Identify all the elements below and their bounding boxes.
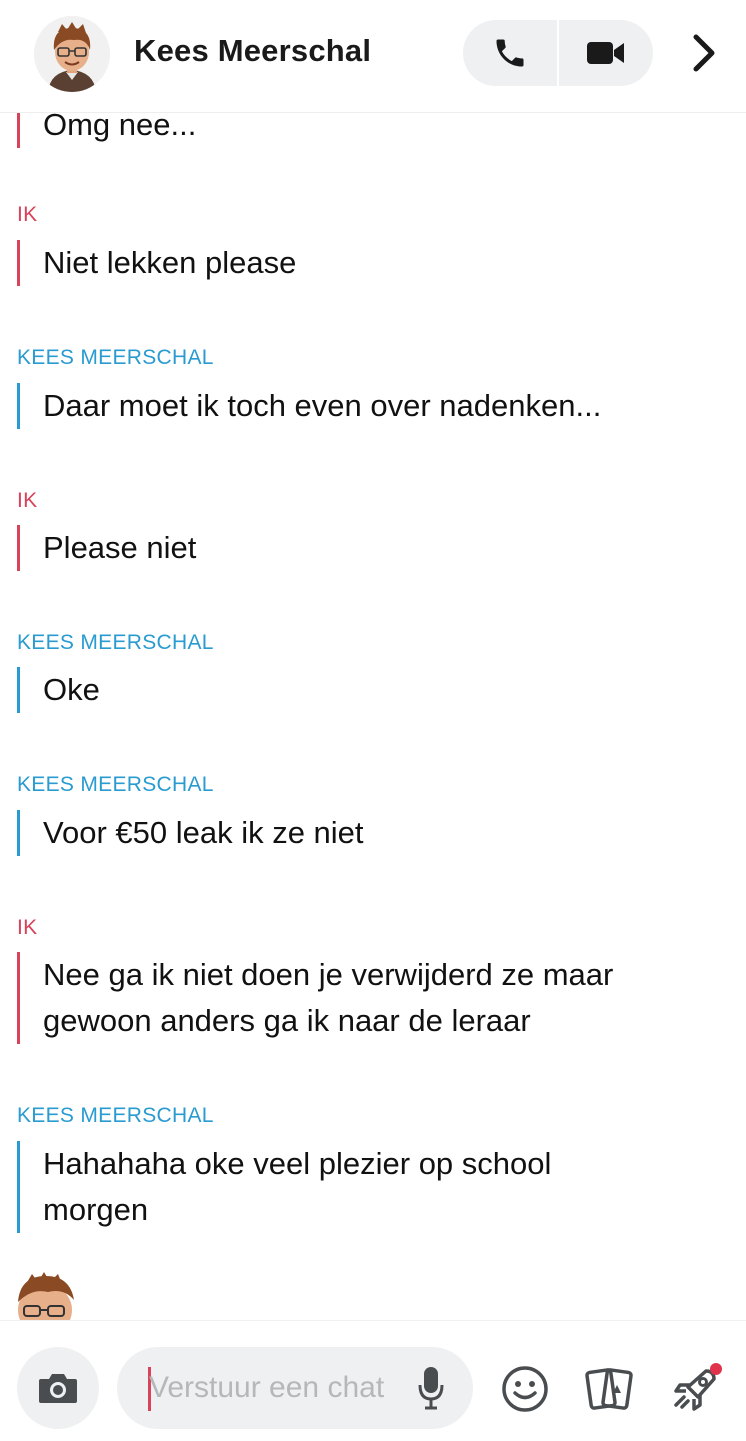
camera-icon [39, 1374, 77, 1403]
sender-label: IK [17, 489, 38, 512]
typing-bitmoji-icon [8, 1270, 88, 1320]
camera-button[interactable] [17, 1347, 99, 1429]
call-button-group [463, 20, 653, 86]
sender-label: KEES MEERSCHAL [17, 346, 214, 369]
sender-label: KEES MEERSCHAL [17, 631, 214, 654]
sender-label: IK [17, 916, 38, 939]
sender-label: IK [17, 203, 38, 226]
smiley-icon [502, 1366, 548, 1412]
contact-avatar-icon[interactable] [34, 16, 110, 92]
composer-bar: Verstuur een chat [0, 1320, 746, 1441]
message-text: Please niet [17, 525, 733, 571]
message-text: Daar moet ik toch even over nadenken... [17, 383, 733, 429]
chat-input[interactable]: Verstuur een chat [117, 1347, 473, 1429]
rocket-icon [674, 1363, 722, 1411]
message-text: Oke [17, 667, 733, 713]
cards-icon [585, 1368, 633, 1410]
phone-icon [496, 39, 524, 67]
message-list[interactable]: Omg nee... IK Niet lekken please KEES ME… [0, 0, 746, 1320]
sender-label: KEES MEERSCHAL [17, 1104, 214, 1127]
message-text: Hahahaha oke veel plezier op school morg… [17, 1141, 643, 1233]
contact-name[interactable]: Kees Meerschal [134, 33, 371, 69]
sender-label: KEES MEERSCHAL [17, 773, 214, 796]
chevron-right-icon[interactable] [686, 30, 722, 76]
video-call-button[interactable] [559, 20, 653, 86]
chat-header: Kees Meerschal [0, 0, 746, 113]
microphone-icon[interactable] [417, 1365, 445, 1416]
games-button[interactable] [668, 1361, 724, 1417]
message-text: Voor €50 leak ik ze niet [17, 810, 733, 856]
chat-input-placeholder: Verstuur een chat [149, 1371, 385, 1404]
message-text: Nee ga ik niet doen je verwijderd ze maa… [17, 952, 723, 1044]
video-camera-icon [587, 42, 624, 64]
message-text: Niet lekken please [17, 240, 733, 286]
emoji-button[interactable] [497, 1361, 553, 1417]
stickers-button[interactable] [581, 1361, 637, 1417]
audio-call-button[interactable] [463, 20, 559, 86]
